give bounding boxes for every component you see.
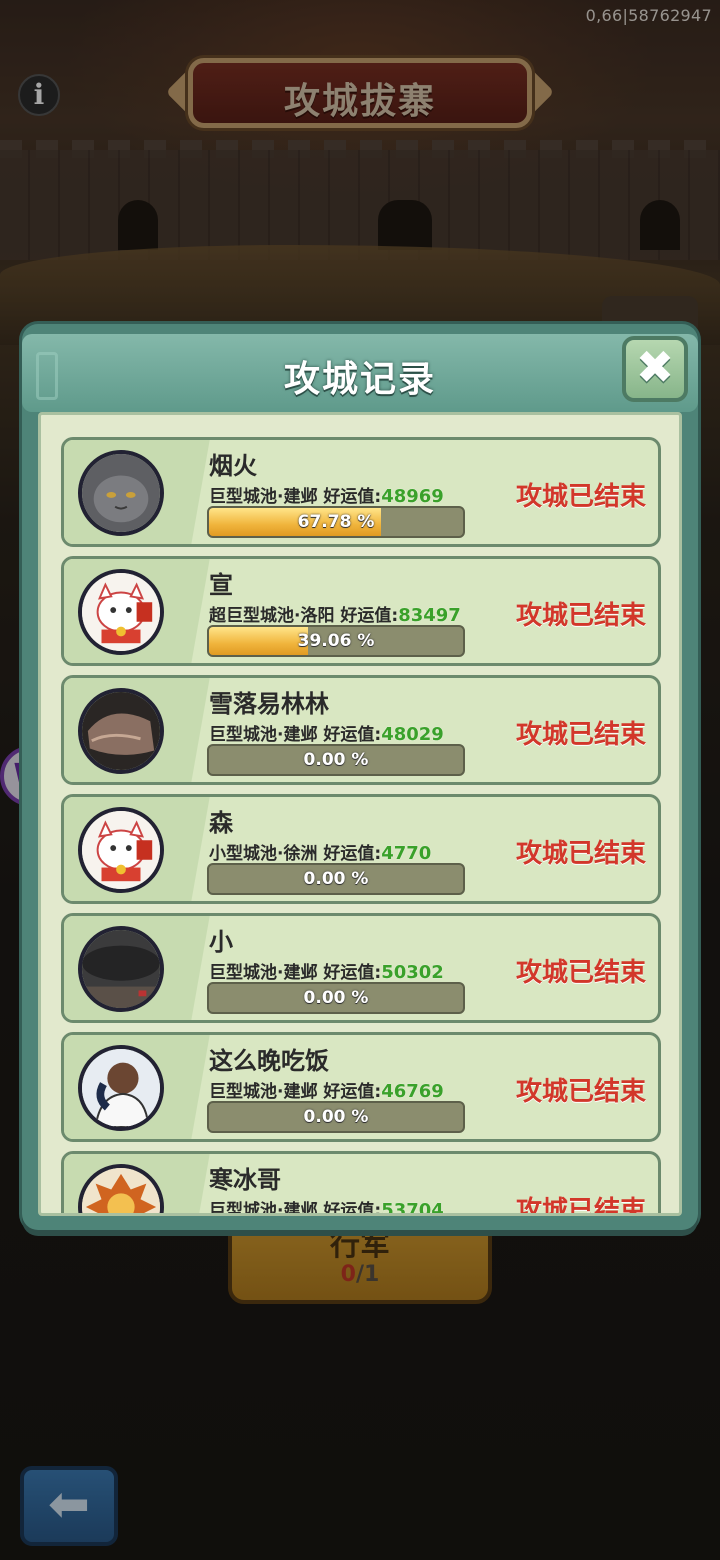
dialog-header: 攻城记录	[22, 334, 698, 412]
siege-progress-bar: 0.00 %	[207, 982, 465, 1014]
city-info: 超巨型城池·洛阳 好运值:83497	[209, 601, 461, 626]
progress-label: 0.00 %	[303, 750, 369, 770]
siege-status: 攻城已结束	[516, 720, 647, 750]
record-row: 森 小型城池·徐洲 好运值:4770 0.00 % 攻城已结束	[61, 794, 661, 904]
siege-progress-bar: 67.78 %	[207, 506, 465, 538]
city-info: 巨型城池·建邺 好运值:48969	[209, 482, 444, 507]
player-name: 森	[209, 809, 233, 837]
city-label: 巨型城池·建邺 好运值:	[209, 963, 382, 983]
luck-value: 46769	[381, 1081, 444, 1102]
city-info: 巨型城池·建邺 好运值:46769	[209, 1077, 444, 1102]
city-label: 超巨型城池·洛阳 好运值:	[209, 606, 399, 626]
siege-progress-bar: 0.00 %	[207, 1101, 465, 1133]
dialog-title: 攻城记录	[283, 359, 436, 400]
city-label: 巨型城池·建邺 好运值:	[209, 725, 382, 745]
city-label: 巨型城池·建邺 好运值:	[209, 487, 382, 507]
record-row: 宣 超巨型城池·洛阳 好运值:83497 39.06 % 攻城已结束	[61, 556, 661, 666]
city-label: 小型城池·徐洲 好运值:	[209, 844, 382, 864]
luck-value: 53704	[381, 1200, 444, 1216]
city-info: 巨型城池·建邺 好运值:48029	[209, 720, 444, 745]
siege-status: 攻城已结束	[516, 1196, 647, 1216]
record-row: 这么晚吃饭 巨型城池·建邺 好运值:46769 0.00 % 攻城已结束	[61, 1032, 661, 1142]
siege-status: 攻城已结束	[516, 482, 647, 512]
siege-status: 攻城已结束	[516, 839, 647, 869]
luck-value: 48029	[381, 724, 444, 745]
progress-label: 0.00 %	[303, 1107, 369, 1127]
player-name: 小	[209, 928, 233, 956]
player-name: 雪落易林林	[209, 690, 329, 718]
siege-status: 攻城已结束	[516, 1077, 647, 1107]
luck-value: 4770	[381, 843, 432, 864]
progress-label: 39.06 %	[297, 631, 375, 651]
city-info: 巨型城池·建邺 好运值:50302	[209, 958, 444, 983]
siege-status: 攻城已结束	[516, 601, 647, 631]
siege-record-dialog: 攻城记录 ✖ 烟火 巨型城池·建邺 好运值:48969 67.78 % 攻城已结…	[22, 324, 698, 1230]
player-name: 宣	[209, 571, 233, 599]
record-row: 寒冰哥 巨型城池·建邺 好运值:53704 0.00 % 攻城已结束	[61, 1151, 661, 1216]
siege-status: 攻城已结束	[516, 958, 647, 988]
record-row: 烟火 巨型城池·建邺 好运值:48969 67.78 % 攻城已结束	[61, 437, 661, 547]
player-name: 烟火	[209, 452, 257, 480]
player-avatar[interactable]	[78, 450, 164, 536]
luck-value: 50302	[381, 962, 444, 983]
record-row: 小 巨型城池·建邺 好运值:50302 0.00 % 攻城已结束	[61, 913, 661, 1023]
city-label: 巨型城池·建邺 好运值:	[209, 1082, 382, 1102]
player-avatar[interactable]	[78, 807, 164, 893]
progress-label: 0.00 %	[303, 869, 369, 889]
close-button[interactable]: ✖	[622, 336, 688, 402]
progress-label: 0.00 %	[303, 988, 369, 1008]
record-list-container[interactable]: 烟火 巨型城池·建邺 好运值:48969 67.78 % 攻城已结束 宣 超巨型…	[38, 412, 682, 1216]
siege-progress-bar: 39.06 %	[207, 625, 465, 657]
player-avatar[interactable]	[78, 569, 164, 655]
player-name: 这么晚吃饭	[209, 1047, 329, 1075]
city-info: 小型城池·徐洲 好运值:4770	[209, 839, 431, 864]
player-avatar[interactable]	[78, 926, 164, 1012]
siege-progress-bar: 0.00 %	[207, 744, 465, 776]
city-info: 巨型城池·建邺 好运值:53704	[209, 1196, 444, 1216]
player-avatar[interactable]	[78, 688, 164, 774]
close-x-icon: ✖	[635, 340, 675, 394]
city-label: 巨型城池·建邺 好运值:	[209, 1201, 382, 1216]
player-name: 寒冰哥	[209, 1166, 281, 1194]
luck-value: 83497	[398, 605, 461, 626]
siege-progress-bar: 0.00 %	[207, 863, 465, 895]
record-row: 雪落易林林 巨型城池·建邺 好运值:48029 0.00 % 攻城已结束	[61, 675, 661, 785]
progress-label: 67.78 %	[297, 512, 375, 532]
luck-value: 48969	[381, 486, 444, 507]
player-avatar[interactable]	[78, 1045, 164, 1131]
